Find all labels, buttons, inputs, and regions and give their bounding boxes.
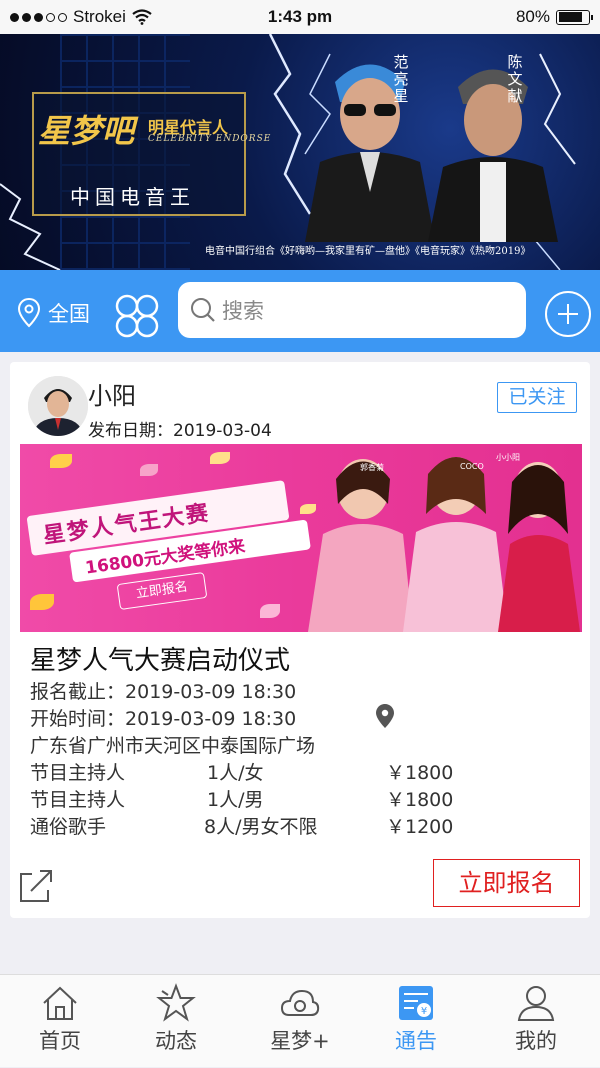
signup-deadline-label: 报名截止： [30, 681, 126, 703]
role-name: 通俗歌手 [30, 816, 107, 838]
banner-brand-en: CELEBRITY ENDORSE [148, 134, 272, 144]
start-time-label: 开始时间： [30, 708, 126, 730]
tab-xingmeng-plus[interactable]: 星梦+ [240, 975, 360, 1068]
avatar[interactable] [28, 376, 88, 436]
announcement-card[interactable]: 小阳 发布日期：2019-03-04 已关注 星梦人气王大赛 16800元大奖等… [10, 362, 590, 918]
tab-notice-label: 通告 [395, 1029, 437, 1053]
location-selector[interactable]: 全国 [18, 298, 90, 328]
battery-percent: 80% [515, 7, 550, 26]
start-time: 开始时间：2019-03-09 18:30 [30, 704, 296, 731]
search-toolbar: 全国 搜索 [0, 270, 600, 352]
poster-signup-badge: 立即报名 [116, 572, 208, 610]
author-name[interactable]: 小阳 [88, 376, 136, 411]
clock: 1:43 pm [267, 7, 333, 26]
performer-right-image [428, 69, 558, 242]
search-icon [191, 298, 215, 322]
tab-home-label: 首页 [39, 1029, 81, 1053]
role-fee: ￥1200 [386, 816, 454, 838]
petal-decoration [140, 464, 158, 476]
publish-date: 发布日期：2019-03-04 [88, 416, 272, 441]
tab-xingmeng-plus-label: 星梦+ [270, 1029, 330, 1053]
performer-left-image [305, 64, 435, 242]
tab-profile[interactable]: 我的 [476, 975, 596, 1068]
banner-caption: 电音中国行组合《好嗨哟—我家里有矿—盘他》《电音玩家》《热吻2019》 [205, 246, 531, 257]
banner-slogan: 中国电音王 [70, 185, 195, 209]
role-fee: ￥1800 [386, 789, 454, 811]
add-button[interactable] [545, 291, 591, 337]
notice-icon: ¥ [399, 986, 433, 1020]
poster-model-name: 小小阳 [496, 453, 520, 462]
petal-decoration [210, 452, 230, 464]
star-icon [156, 983, 196, 1022]
event-poster-image[interactable]: 星梦人气王大赛 16800元大奖等你来 立即报名 郭香菊 COCO 小小阳 [20, 444, 582, 632]
poster-models-image [308, 457, 580, 632]
role-fee: ￥1800 [386, 762, 454, 784]
tab-notice[interactable]: ¥ 通告 [356, 975, 476, 1068]
role-name: 节目主持人 [30, 789, 126, 811]
person-icon [517, 986, 555, 1021]
avatar-image [28, 376, 88, 436]
tab-feed[interactable]: 动态 [116, 975, 236, 1068]
home-icon [43, 986, 77, 1020]
tab-home[interactable]: 首页 [0, 975, 120, 1068]
location-pin-icon [18, 298, 40, 328]
banner-brand: 星梦吧 [38, 112, 135, 150]
location-label: 全国 [48, 302, 90, 326]
role-count: 1人/男 [207, 789, 264, 811]
tab-profile-label: 我的 [515, 1029, 557, 1053]
svg-text:¥: ¥ [421, 1006, 427, 1017]
publish-date-label: 发布日期： [88, 421, 173, 441]
signup-deadline-value: 2019-03-09 18:30 [125, 681, 297, 703]
event-title[interactable]: 星梦人气大赛启动仪式 [30, 640, 290, 677]
role-count: 8人/男女不限 [204, 816, 318, 838]
petal-decoration [260, 604, 280, 618]
petal-decoration [50, 454, 72, 468]
poster-model-name: COCO [460, 462, 484, 471]
publish-date-value: 2019-03-04 [173, 421, 272, 441]
signup-button[interactable]: 立即报名 [433, 859, 580, 907]
event-address[interactable]: 广东省广州市天河区中泰国际广场 [30, 731, 315, 758]
category-grid-icon[interactable] [114, 293, 160, 339]
bottom-tab-bar: 首页 动态 星梦+ ¥ 通告 我的 [0, 974, 600, 1067]
search-input[interactable]: 搜索 [178, 282, 526, 338]
promo-banner[interactable]: 星梦吧 明星代言人 CELEBRITY ENDORSE 中国电音王 范亮星 陈文… [0, 34, 600, 270]
petal-decoration [30, 594, 54, 610]
role-name: 节目主持人 [30, 762, 126, 784]
cloud-icon [280, 989, 320, 1016]
map-pin-icon[interactable] [376, 704, 394, 728]
battery-icon [556, 9, 593, 25]
status-bar: Strokei 1:43 pm 80% [0, 0, 600, 34]
start-time-value: 2019-03-09 18:30 [125, 708, 297, 730]
tab-feed-label: 动态 [155, 1029, 197, 1053]
role-count: 1人/女 [207, 762, 264, 784]
performer-right-name: 陈文献 [507, 53, 523, 105]
performer-left-name: 范亮星 [393, 53, 409, 105]
share-icon[interactable] [18, 868, 54, 904]
signup-deadline: 报名截止：2019-03-09 18:30 [30, 677, 296, 704]
search-placeholder: 搜索 [222, 299, 264, 323]
battery-group: 80% [515, 7, 593, 27]
poster-model-name: 郭香菊 [360, 463, 384, 472]
follow-button[interactable]: 已关注 [497, 382, 577, 413]
